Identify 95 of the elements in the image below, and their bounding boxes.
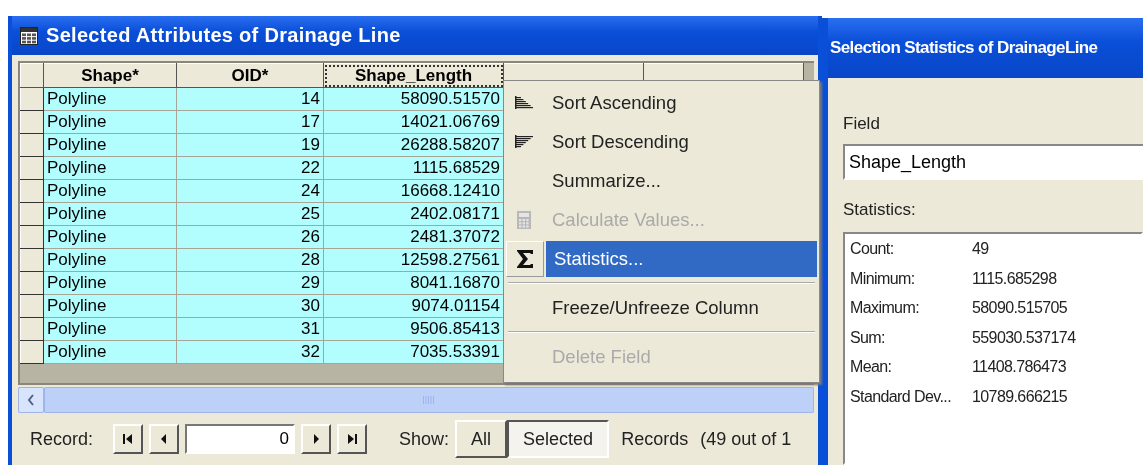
sort-descending-icon [515,134,533,149]
left-chevron-icon [27,394,35,406]
statistic-name: Mean: [850,358,893,377]
table-cell: 26 [176,225,324,249]
row-selector[interactable] [20,87,44,111]
table-cell: Polyline [43,87,177,111]
show-toggle-button[interactable]: All [455,420,508,458]
table-cell: Polyline [43,294,177,318]
statistic-value: 559030.537174 [972,328,1077,348]
table-cell: 17 [176,110,324,134]
statistic-name: Sum: [850,328,886,348]
row-selector[interactable] [20,133,44,157]
first-record-button[interactable] [113,424,144,454]
statistics-label: Statistics: [843,200,917,220]
records-label: Records [621,428,689,450]
row-selector[interactable] [20,294,44,318]
table-cell: 30 [176,294,324,318]
table-cell: 28 [176,248,324,272]
row-selector[interactable] [20,179,44,203]
column-header[interactable]: Shape* [43,63,177,88]
table-cell: 12598.27561 [323,248,504,272]
header-corner [20,63,44,88]
statistic-name: Standard Dev... [850,387,952,407]
table-icon [20,26,38,45]
record-count: (49 out of 1 [700,428,792,450]
table-cell: 7035.53391 [323,340,504,364]
table-cell: 19 [176,133,324,157]
table-cell: 8041.16870 [323,271,504,295]
statistic-name: Count: [850,240,895,259]
table-cell: Polyline [43,110,177,134]
sigma-icon [516,248,534,269]
row-selector[interactable] [20,156,44,180]
column-header[interactable]: Shape_Length [323,63,504,88]
table-cell: Polyline [43,179,177,203]
show-label: Show: [399,428,450,450]
table-cell: 1115.68529 [323,156,504,180]
table-cell: 26288.58207 [323,133,504,157]
table-cell: Polyline [43,225,177,249]
statistic-name: Minimum: [850,269,916,289]
table-cell: Polyline [43,202,177,226]
show-toggle-button[interactable]: Selected [507,420,610,458]
last-record-button[interactable] [337,424,368,454]
next-record-button[interactable] [301,424,332,454]
table-cell: 9074.01154 [323,294,504,318]
statistic-value: 11408.786473 [972,358,1067,377]
table-cell: 58090.51570 [323,87,504,111]
record-field[interactable]: 0 [185,424,296,454]
first-record-icon [122,433,135,445]
column-header[interactable]: OID* [176,63,324,88]
scroll-grip-icon [423,396,435,404]
statistic-value: 49 [972,240,990,259]
window-title: Selection Statistics of DrainageLine [828,18,1143,78]
field-dropdown[interactable]: Shape_Length [843,144,1143,180]
scroll-left-button[interactable] [18,387,44,413]
table-cell: 32 [176,340,324,364]
statistic-value: 58090.515705 [972,299,1069,318]
table-cell: 22 [176,156,324,180]
table-cell: 16668.12410 [323,179,504,203]
previous-record-button[interactable] [149,424,180,454]
field-label: Field [843,114,881,134]
row-selector[interactable] [20,271,44,295]
row-selector[interactable] [20,248,44,272]
table-cell: Polyline [43,133,177,157]
row-selector[interactable] [20,110,44,134]
window-title: Selected Attributes of Drainage Line [46,24,401,47]
menu-item[interactable]: Summarize... [506,161,817,200]
table-cell: 29 [176,271,324,295]
table-cell: Polyline [43,156,177,180]
table-cell: 9506.85413 [323,317,504,341]
row-selector[interactable] [20,202,44,226]
last-record-icon [346,433,359,445]
sort-ascending-icon [515,95,533,110]
row-selector[interactable] [20,317,44,341]
statistic-value: 1115.685298 [972,269,1058,289]
table-cell: 2402.08171 [323,202,504,226]
table-cell: Polyline [43,271,177,295]
table-cell: 25 [176,202,324,226]
table-cell: 14 [176,87,324,111]
table-cell: 24 [176,179,324,203]
statistic-name: Maximum: [850,299,920,318]
table-cell: 31 [176,317,324,341]
table-cell: 2481.37072 [323,225,504,249]
row-selector[interactable] [20,225,44,249]
table-cell: Polyline [43,248,177,272]
row-selector[interactable] [20,340,44,364]
menu-item[interactable]: Sort Ascending [506,83,817,122]
record-label: Record: [30,428,94,450]
menu-item[interactable]: Sort Descending [506,122,817,161]
table-cell: Polyline [43,340,177,364]
horizontal-scrollbar[interactable] [18,387,814,413]
calculator-icon [517,210,531,229]
table-cell: 14021.06769 [323,110,504,134]
table-cell: Polyline [43,317,177,341]
menu-item[interactable]: Freeze/Unfreeze Column [506,288,817,327]
statistic-value: 10789.666215 [972,387,1069,407]
